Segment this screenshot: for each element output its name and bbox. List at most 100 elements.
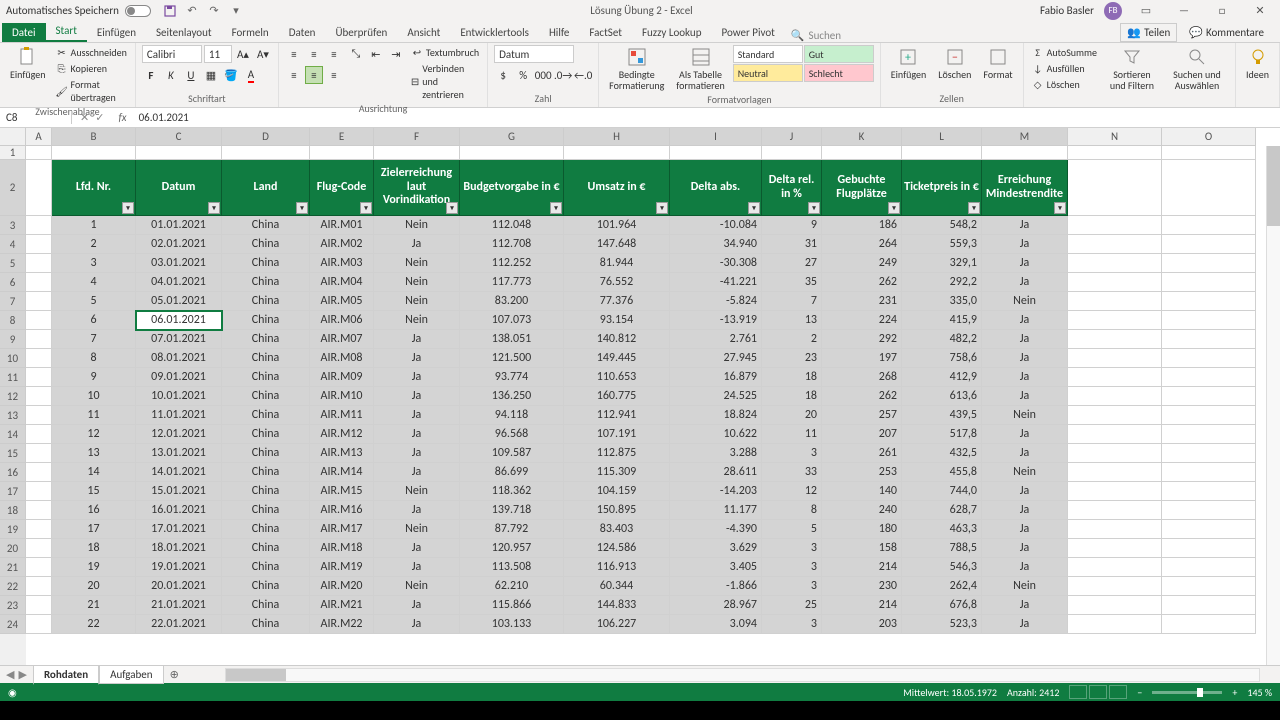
cell[interactable]: 14 [52,463,136,482]
cell[interactable]: 112.048 [460,216,564,235]
cell[interactable]: AIR.M09 [310,368,374,387]
decrease-decimal-icon[interactable]: ←.0 [574,66,592,84]
cell[interactable]: 6 [52,311,136,330]
copy-button[interactable]: ⎘Kopieren [54,61,129,76]
border-button[interactable]: ▦ [202,66,220,84]
cell[interactable]: 10.622 [670,425,762,444]
increase-indent-icon[interactable]: ⇥ [387,45,405,63]
cell[interactable]: 18.824 [670,406,762,425]
decrease-font-icon[interactable]: A▾ [254,45,272,63]
find-select-button[interactable]: Suchen und Auswählen [1165,45,1229,93]
cell[interactable]: 3 [762,444,822,463]
cell[interactable]: Ja [374,615,460,634]
cell[interactable]: 86.699 [460,463,564,482]
cell[interactable] [762,146,822,160]
tab-entwicklertools[interactable]: Entwicklertools [450,23,539,42]
align-right-icon[interactable]: ≡ [325,66,343,84]
cell[interactable]: 15.01.2021 [136,482,222,501]
cell[interactable]: 13.01.2021 [136,444,222,463]
cell[interactable]: China [222,349,310,368]
cell[interactable]: 628,7 [902,501,982,520]
cell[interactable] [1068,463,1162,482]
cell[interactable]: 329,1 [902,254,982,273]
cell[interactable]: China [222,577,310,596]
cell[interactable]: 17 [52,520,136,539]
cell[interactable]: 09.01.2021 [136,368,222,387]
cell[interactable]: 3.405 [670,558,762,577]
cell[interactable]: 257 [822,406,902,425]
cell[interactable] [52,146,136,160]
cell[interactable]: -13.919 [670,311,762,330]
cell[interactable]: 463,3 [902,520,982,539]
row-header[interactable]: 18 [0,501,26,520]
cell[interactable]: AIR.M12 [310,425,374,444]
cell[interactable]: 118.362 [460,482,564,501]
cell[interactable]: 439,5 [902,406,982,425]
cell[interactable]: AIR.M16 [310,501,374,520]
table-header[interactable]: Umsatz in €▾ [564,160,670,216]
close-icon[interactable]: ✕ [1246,2,1274,20]
cell[interactable]: 249 [822,254,902,273]
cell[interactable]: 104.159 [564,482,670,501]
cell[interactable]: AIR.M19 [310,558,374,577]
page-layout-view-icon[interactable] [1089,685,1107,699]
font-name-combo[interactable]: Calibri [142,45,202,63]
cell[interactable]: 19.01.2021 [136,558,222,577]
cell[interactable] [26,615,52,634]
cell[interactable]: 17.01.2021 [136,520,222,539]
cell[interactable]: 24.525 [670,387,762,406]
table-header[interactable]: Lfd. Nr.▾ [52,160,136,216]
cell[interactable]: China [222,387,310,406]
cell[interactable]: AIR.M11 [310,406,374,425]
cell[interactable] [1068,235,1162,254]
cell[interactable] [1068,292,1162,311]
row-header[interactable]: 1 [0,146,26,160]
filter-dropdown-icon[interactable]: ▾ [968,202,980,214]
cell[interactable]: 112.875 [564,444,670,463]
format-painter-button[interactable]: 🖌Format übertragen [54,77,129,105]
cell[interactable]: 3 [762,577,822,596]
cell[interactable] [1162,235,1256,254]
select-all-corner[interactable] [0,128,26,146]
cell[interactable]: 16.879 [670,368,762,387]
cell[interactable]: Ja [982,254,1068,273]
column-header[interactable]: C [136,128,222,146]
normal-view-icon[interactable] [1069,685,1087,699]
decrease-indent-icon[interactable]: ⇤ [367,45,385,63]
filter-dropdown-icon[interactable]: ▾ [888,202,900,214]
column-header[interactable]: K [822,128,902,146]
cell[interactable]: 101.964 [564,216,670,235]
filter-dropdown-icon[interactable]: ▾ [296,202,308,214]
cell[interactable]: 12.01.2021 [136,425,222,444]
cell[interactable]: Ja [982,539,1068,558]
cell[interactable]: 02.01.2021 [136,235,222,254]
cell[interactable] [136,146,222,160]
cell[interactable]: AIR.M22 [310,615,374,634]
cell[interactable]: 28.611 [670,463,762,482]
cell[interactable] [1162,330,1256,349]
cell[interactable]: Nein [374,254,460,273]
cell[interactable]: AIR.M15 [310,482,374,501]
cell[interactable]: 3 [762,539,822,558]
cell[interactable]: 33 [762,463,822,482]
align-bottom-icon[interactable]: ≡ [325,45,343,63]
filter-dropdown-icon[interactable]: ▾ [808,202,820,214]
cell[interactable]: Ja [982,273,1068,292]
cell[interactable]: China [222,539,310,558]
cell[interactable]: 62.210 [460,577,564,596]
cell[interactable]: 230 [822,577,902,596]
cell[interactable]: 05.01.2021 [136,292,222,311]
cell[interactable]: 7 [762,292,822,311]
cell[interactable]: 140 [822,482,902,501]
align-middle-icon[interactable]: ≡ [305,45,323,63]
formula-input[interactable]: 06.01.2021 [133,111,1280,124]
row-header[interactable]: 22 [0,577,26,596]
filter-dropdown-icon[interactable]: ▾ [446,202,458,214]
cell[interactable]: 13 [762,311,822,330]
minimize-icon[interactable]: — [1170,2,1198,20]
cell[interactable]: AIR.M20 [310,577,374,596]
cell[interactable]: AIR.M10 [310,387,374,406]
column-header[interactable]: H [564,128,670,146]
table-header[interactable]: Budgetvorgabe in €▾ [460,160,564,216]
cell[interactable]: 08.01.2021 [136,349,222,368]
